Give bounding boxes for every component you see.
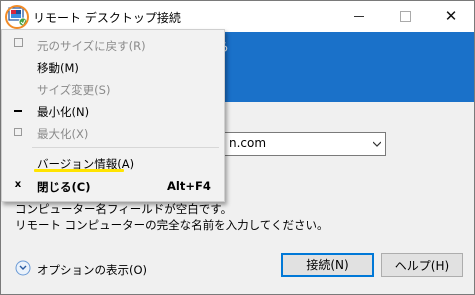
validation-message: コンピューター名フィールドが空白です。 リモート コンピューターの完全な名前を入… xyxy=(15,201,328,233)
menu-item-close[interactable]: x 閉じる(C) Alt+F4 xyxy=(2,175,224,197)
maximize-icon xyxy=(400,11,411,22)
show-options-label[interactable]: オプションの表示(O) xyxy=(37,262,147,278)
title-bar[interactable]: リモート デスクトップ接続 ✕ xyxy=(1,1,474,32)
highlight-circle-annotation xyxy=(5,5,29,29)
restore-icon xyxy=(12,38,24,50)
message-line-2: リモート コンピューターの完全な名前を入力してください。 xyxy=(15,218,329,232)
maximize-button[interactable] xyxy=(382,1,428,32)
help-button[interactable]: ヘルプ(H) xyxy=(381,253,463,277)
menu-item-label: 元のサイズに戻す(R) xyxy=(37,39,146,53)
highlight-underline-annotation xyxy=(34,169,124,172)
menu-item-move[interactable]: 移動(M) xyxy=(2,56,224,78)
menu-item-label: 最小化(N) xyxy=(37,105,90,119)
menu-item-restore[interactable]: 元のサイズに戻す(R) xyxy=(2,34,224,56)
menu-item-label: 移動(M) xyxy=(37,61,79,75)
computer-name-combobox[interactable]: n.com xyxy=(223,132,386,156)
menu-item-maximize[interactable]: 最大化(X) xyxy=(2,122,224,144)
minimize-icon xyxy=(354,16,364,17)
menu-item-label: 最大化(X) xyxy=(37,127,89,141)
message-line-1: コンピューター名フィールドが空白です。 xyxy=(15,202,233,216)
menu-item-label: サイズ変更(S) xyxy=(37,83,111,97)
close-button[interactable]: ✕ xyxy=(428,1,474,32)
menu-item-minimize[interactable]: 最小化(N) xyxy=(2,100,224,122)
chevron-down-icon[interactable] xyxy=(373,140,381,148)
close-icon: ✕ xyxy=(444,7,458,25)
connect-button[interactable]: 接続(N) xyxy=(281,253,374,277)
menu-separator xyxy=(32,147,219,148)
window-title: リモート デスクトップ接続 xyxy=(33,11,181,25)
menu-item-label: 閉じる(C) xyxy=(37,180,91,194)
minimize-button[interactable] xyxy=(336,1,382,32)
remote-desktop-window: リモート デスクトップ接続 ✕ ら n.com コンピューター名フィールドが空白… xyxy=(0,0,475,295)
close-icon: x xyxy=(14,179,22,190)
menu-item-resize[interactable]: サイズ変更(S) xyxy=(2,78,224,100)
maximize-icon xyxy=(12,126,24,138)
system-menu: 元のサイズに戻す(R) 移動(M) サイズ変更(S) 最小化(N) 最大化(X)… xyxy=(1,29,225,202)
expand-chevron-icon[interactable] xyxy=(15,260,31,276)
minimize-icon xyxy=(12,104,24,116)
computer-name-value: n.com xyxy=(229,136,267,150)
menu-item-accelerator: Alt+F4 xyxy=(167,179,211,193)
